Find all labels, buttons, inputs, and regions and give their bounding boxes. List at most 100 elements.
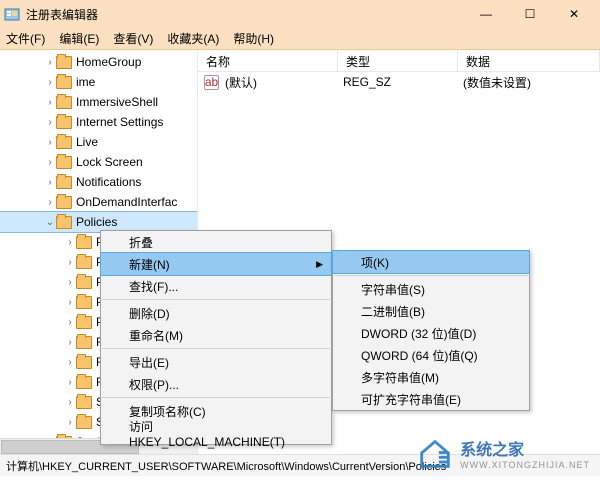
folder-icon xyxy=(56,176,72,189)
expand-icon[interactable]: › xyxy=(44,137,56,148)
expand-icon[interactable]: › xyxy=(44,157,56,168)
submenu-arrow-icon: ▶ xyxy=(316,259,323,270)
new-submenu: 项(K) 字符串值(S) 二进制值(B) DWORD (32 位)值(D) QW… xyxy=(332,250,530,411)
sub-dword[interactable]: DWORD (32 位)值(D) xyxy=(333,322,529,344)
folder-icon xyxy=(76,336,92,349)
tree-item[interactable]: ⌄ Policies xyxy=(0,212,197,232)
sub-qword[interactable]: QWORD (64 位)值(Q) xyxy=(333,344,529,366)
expand-icon[interactable]: › xyxy=(64,337,76,348)
value-type: REG_SZ xyxy=(343,75,463,89)
expand-icon[interactable]: › xyxy=(44,117,56,128)
col-name[interactable]: 名称 xyxy=(198,50,338,71)
folder-icon xyxy=(56,136,72,149)
expand-icon[interactable]: › xyxy=(64,397,76,408)
expand-icon[interactable]: › xyxy=(44,177,56,188)
folder-icon xyxy=(76,296,92,309)
folder-icon xyxy=(76,396,92,409)
tree-label: Live xyxy=(76,135,98,149)
column-headers[interactable]: 名称 类型 数据 xyxy=(198,50,600,72)
folder-icon xyxy=(56,216,72,229)
sub-multi-string[interactable]: 多字符串值(M) xyxy=(333,366,529,388)
expand-icon[interactable]: › xyxy=(64,257,76,268)
window-title: 注册表编辑器 xyxy=(26,6,464,23)
maximize-button[interactable]: ☐ xyxy=(508,0,552,28)
tree-item[interactable]: › Internet Settings xyxy=(0,112,197,132)
tree-item[interactable]: › Notifications xyxy=(0,172,197,192)
expand-icon[interactable]: › xyxy=(44,77,56,88)
tree-item[interactable]: › ImmersiveShell xyxy=(0,92,197,112)
folder-icon xyxy=(76,236,92,249)
tree-item[interactable]: › Lock Screen xyxy=(0,152,197,172)
ctx-new[interactable]: 新建(N)▶ xyxy=(101,253,331,275)
folder-icon xyxy=(56,76,72,89)
folder-icon xyxy=(76,256,92,269)
value-name: (默认) xyxy=(225,74,343,91)
tree-label: HomeGroup xyxy=(76,55,141,69)
tree-item[interactable]: › HomeGroup xyxy=(0,52,197,72)
col-type[interactable]: 类型 xyxy=(338,50,458,71)
tree-item[interactable]: ›OnDemandInterfac xyxy=(0,192,197,212)
folder-icon xyxy=(76,276,92,289)
tree-item[interactable]: › ime xyxy=(0,72,197,92)
ctx-rename[interactable]: 重命名(M) xyxy=(101,324,331,346)
menu-bar: 文件(F) 编辑(E) 查看(V) 收藏夹(A) 帮助(H) xyxy=(0,28,600,50)
sub-string[interactable]: 字符串值(S) xyxy=(333,278,529,300)
folder-icon xyxy=(76,376,92,389)
ctx-find[interactable]: 查找(F)... xyxy=(101,275,331,297)
tree-item[interactable]: › Live xyxy=(0,132,197,152)
tree-label: Internet Settings xyxy=(76,115,163,129)
expand-icon[interactable]: › xyxy=(44,97,56,108)
expand-icon[interactable]: › xyxy=(64,277,76,288)
ctx-export[interactable]: 导出(E) xyxy=(101,351,331,373)
menu-file[interactable]: 文件(F) xyxy=(6,30,45,47)
expand-icon[interactable]: ⌄ xyxy=(44,217,56,228)
folder-icon xyxy=(76,356,92,369)
expand-icon[interactable]: › xyxy=(64,297,76,308)
value-row[interactable]: ab (默认) REG_SZ (数值未设置) xyxy=(198,72,600,92)
title-bar: 注册表编辑器 — ☐ ✕ xyxy=(0,0,600,28)
separator xyxy=(334,275,528,276)
minimize-button[interactable]: — xyxy=(464,0,508,28)
col-data[interactable]: 数据 xyxy=(458,50,600,71)
ctx-permissions[interactable]: 权限(P)... xyxy=(101,373,331,395)
menu-edit[interactable]: 编辑(E) xyxy=(59,30,99,47)
folder-icon xyxy=(56,116,72,129)
menu-view[interactable]: 查看(V) xyxy=(113,30,153,47)
expand-icon[interactable]: › xyxy=(64,377,76,388)
separator xyxy=(102,299,330,300)
menu-help[interactable]: 帮助(H) xyxy=(233,30,274,47)
close-button[interactable]: ✕ xyxy=(552,0,596,28)
tree-label: Notifications xyxy=(76,175,141,189)
folder-icon xyxy=(56,56,72,69)
watermark-logo-icon xyxy=(416,434,454,472)
string-value-icon: ab xyxy=(204,75,219,90)
tree-label: ImmersiveShell xyxy=(76,95,158,109)
sub-binary[interactable]: 二进制值(B) xyxy=(333,300,529,322)
context-menu: 折叠 新建(N)▶ 查找(F)... 删除(D) 重命名(M) 导出(E) 权限… xyxy=(100,230,332,445)
expand-icon[interactable]: › xyxy=(44,57,56,68)
tree-label: Lock Screen xyxy=(76,155,143,169)
separator xyxy=(102,348,330,349)
tree-label: Policies xyxy=(76,215,117,229)
menu-favorites[interactable]: 收藏夹(A) xyxy=(167,30,219,47)
tree-label: ime xyxy=(76,75,95,89)
expand-icon[interactable]: › xyxy=(64,317,76,328)
expand-icon[interactable]: › xyxy=(44,197,56,208)
expand-icon[interactable]: › xyxy=(64,357,76,368)
ctx-delete[interactable]: 删除(D) xyxy=(101,302,331,324)
expand-icon[interactable]: › xyxy=(64,417,76,428)
sub-key[interactable]: 项(K) xyxy=(333,251,529,273)
ctx-collapse[interactable]: 折叠 xyxy=(101,231,331,253)
ctx-goto-hklm[interactable]: 访问 HKEY_LOCAL_MACHINE(T) xyxy=(101,422,331,444)
regedit-icon xyxy=(4,6,20,22)
watermark-text: 系统之家 xyxy=(460,436,590,460)
folder-icon xyxy=(76,416,92,429)
folder-icon xyxy=(76,316,92,329)
sub-expand-string[interactable]: 可扩充字符串值(E) xyxy=(333,388,529,410)
expand-icon[interactable]: › xyxy=(64,237,76,248)
value-data: (数值未设置) xyxy=(463,74,531,91)
watermark: 系统之家 WWW.XITONGZHIJIA.NET xyxy=(416,434,590,472)
folder-icon xyxy=(56,156,72,169)
folder-icon xyxy=(56,196,72,209)
watermark-url: WWW.XITONGZHIJIA.NET xyxy=(460,460,590,470)
